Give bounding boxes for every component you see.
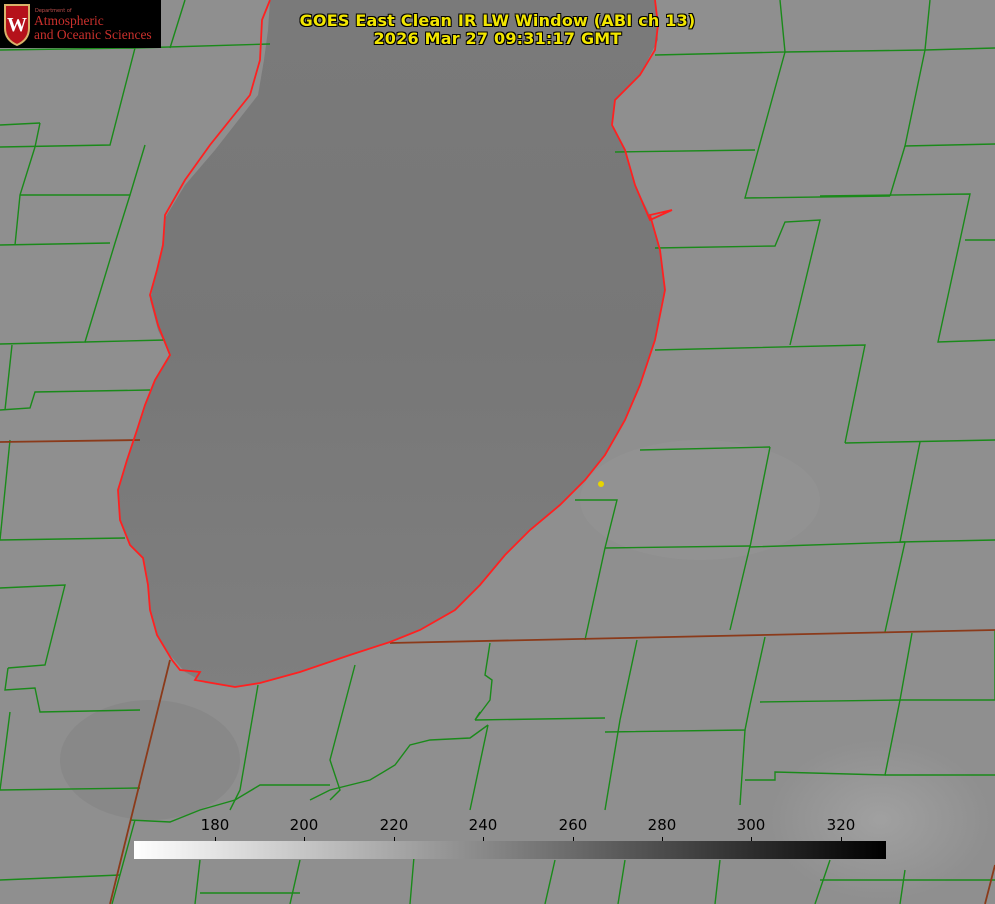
colorbar-tick bbox=[483, 837, 484, 841]
station-marker bbox=[598, 481, 604, 487]
colorbar-tick-label: 280 bbox=[647, 816, 677, 834]
image-title: GOES East Clean IR LW Window (ABI ch 13)… bbox=[0, 12, 995, 48]
title-product: GOES East Clean IR LW Window (ABI ch 13) bbox=[299, 11, 696, 30]
colorbar-tick bbox=[394, 837, 395, 841]
colorbar-tick bbox=[841, 837, 842, 841]
colorbar-tick bbox=[751, 837, 752, 841]
colorbar-tick bbox=[662, 837, 663, 841]
colorbar-tick-label: 260 bbox=[558, 816, 588, 834]
title-timestamp: 2026 Mar 27 09:31:17 GMT bbox=[373, 29, 622, 48]
satellite-image: W Department of Atmospheric and Oceanic … bbox=[0, 0, 995, 904]
bright-cloud-patch bbox=[770, 740, 990, 900]
colorbar-tick-label: 320 bbox=[826, 816, 856, 834]
temperature-colorbar bbox=[134, 841, 886, 859]
dark-cloud-patch bbox=[60, 700, 240, 820]
colorbar-tick-label: 240 bbox=[468, 816, 498, 834]
map-canvas bbox=[0, 0, 995, 904]
colorbar-tick bbox=[215, 837, 216, 841]
colorbar-tick-label: 300 bbox=[736, 816, 766, 834]
colorbar-tick bbox=[573, 837, 574, 841]
colorbar-tick-label: 200 bbox=[289, 816, 319, 834]
colorbar-tick-label: 180 bbox=[200, 816, 230, 834]
colorbar-tick-label: 220 bbox=[379, 816, 409, 834]
colorbar-tick bbox=[304, 837, 305, 841]
